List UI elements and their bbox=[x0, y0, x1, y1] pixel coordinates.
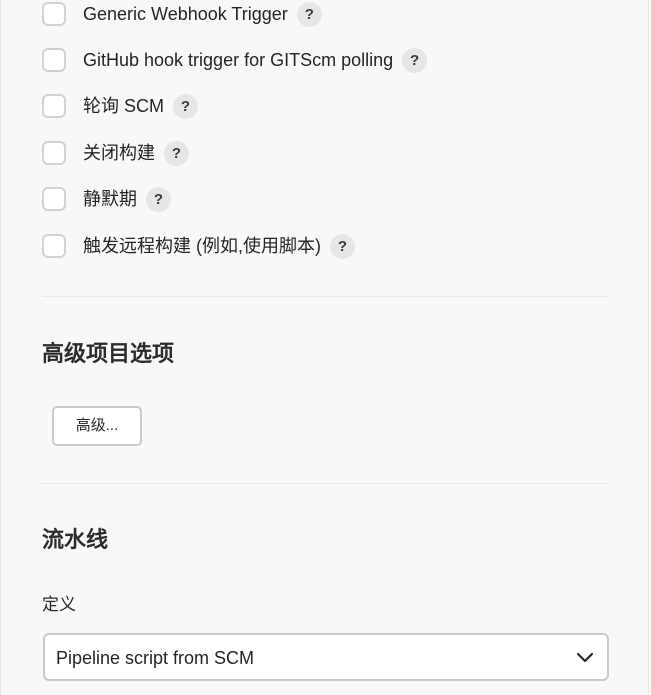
generic-webhook-label[interactable]: Generic Webhook Trigger bbox=[83, 2, 288, 26]
help-icon[interactable]: ? bbox=[146, 186, 171, 212]
definition-select-value: Pipeline script from SCM bbox=[56, 648, 255, 668]
remote-build-checkbox[interactable] bbox=[42, 234, 66, 258]
remote-build-label[interactable]: 触发远程构建 (例如,使用脚本) bbox=[83, 234, 321, 258]
trigger-github-hook[interactable]: GitHub hook trigger for GITScm polling ? bbox=[42, 46, 428, 74]
github-hook-label[interactable]: GitHub hook trigger for GITScm polling bbox=[83, 48, 393, 72]
chevron-down-icon bbox=[576, 652, 594, 663]
trigger-poll-scm[interactable]: 轮询 SCM ? bbox=[42, 92, 198, 120]
poll-scm-label[interactable]: 轮询 SCM bbox=[83, 94, 164, 118]
definition-label: 定义 bbox=[42, 595, 76, 614]
job-config-panel: Generic Webhook Trigger ? GitHub hook tr… bbox=[0, 0, 649, 695]
help-icon[interactable]: ? bbox=[173, 93, 198, 119]
quiet-period-checkbox[interactable] bbox=[42, 187, 66, 211]
help-icon[interactable]: ? bbox=[402, 47, 428, 73]
disable-build-label[interactable]: 关闭构建 bbox=[83, 141, 155, 165]
advanced-button[interactable]: 高级... bbox=[52, 406, 142, 446]
quiet-period-label[interactable]: 静默期 bbox=[83, 187, 137, 211]
help-icon[interactable]: ? bbox=[164, 140, 189, 166]
section-divider bbox=[42, 296, 609, 297]
trigger-disable-build[interactable]: 关闭构建 ? bbox=[42, 139, 189, 167]
section-divider bbox=[42, 483, 609, 484]
pipeline-title: 流水线 bbox=[42, 527, 109, 552]
disable-build-checkbox[interactable] bbox=[42, 141, 66, 165]
trigger-generic-webhook[interactable]: Generic Webhook Trigger ? bbox=[42, 0, 322, 28]
trigger-quiet-period[interactable]: 静默期 ? bbox=[42, 185, 171, 213]
help-icon[interactable]: ? bbox=[296, 1, 322, 27]
advanced-options-title: 高级项目选项 bbox=[42, 341, 175, 366]
definition-select[interactable]: Pipeline script from SCM bbox=[43, 633, 609, 681]
poll-scm-checkbox[interactable] bbox=[42, 94, 66, 118]
trigger-remote-build[interactable]: 触发远程构建 (例如,使用脚本) ? bbox=[42, 232, 355, 260]
github-hook-checkbox[interactable] bbox=[42, 48, 66, 72]
help-icon[interactable]: ? bbox=[330, 233, 355, 259]
generic-webhook-checkbox[interactable] bbox=[42, 2, 66, 26]
